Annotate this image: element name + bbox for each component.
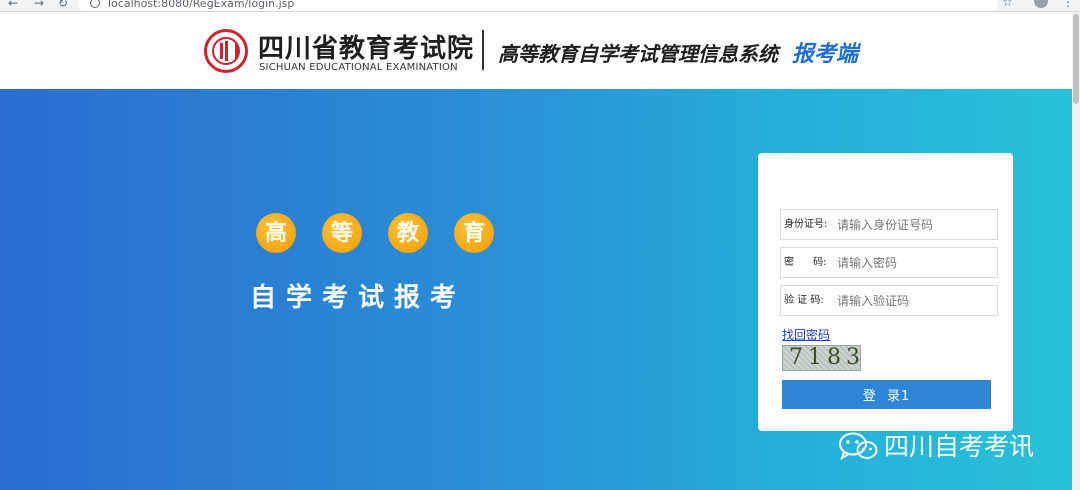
login-button[interactable]: 登 录1: [782, 380, 991, 409]
forgot-password-link[interactable]: 找回密码: [782, 326, 830, 343]
login-form: 身份证号: 密 码: 验 证 码: 找回密码 7183 登 录1: [758, 153, 1013, 431]
address-bar[interactable]: localhost:8080/RegExam/login.jsp: [78, 0, 998, 11]
circle-char: 高: [256, 213, 296, 253]
banner-slogan: 自学考试报考: [250, 283, 467, 313]
wechat-watermark: 四川自考考讯: [838, 427, 1058, 461]
bookmark-star-icon[interactable]: ☆: [1002, 0, 1013, 9]
browser-menu-icon[interactable]: ⋮: [1062, 0, 1074, 9]
address-url: localhost:8080/RegExam/login.jsp: [108, 0, 295, 10]
profile-avatar-icon[interactable]: [1034, 0, 1048, 8]
header-divider: [482, 30, 484, 70]
captcha-code: 7183: [789, 345, 865, 370]
scrollbar-thumb[interactable]: [1073, 14, 1079, 104]
client-label: 报考端: [792, 42, 859, 67]
password-field: 密 码:: [780, 247, 998, 278]
password-input[interactable]: [837, 248, 995, 277]
browser-toolbar: ← → ↻ localhost:8080/RegExam/login.jsp ☆…: [0, 0, 1080, 12]
watermark-text: 四川自考考讯: [884, 432, 1035, 461]
exam-institute-logo-icon: [204, 29, 248, 73]
captcha-label: 验 证 码:: [784, 295, 824, 306]
org-name: 四川省教育考试院: [258, 34, 475, 64]
org-name-english: SICHUAN EDUCATIONAL EXAMINATION: [259, 62, 458, 73]
circle-char: 等: [322, 213, 362, 253]
id-number-label: 身份证号:: [784, 219, 828, 230]
forward-icon[interactable]: →: [34, 0, 44, 10]
back-icon[interactable]: ←: [8, 0, 18, 10]
password-label: 密 码:: [784, 257, 827, 268]
site-header: 四川省教育考试院 SICHUAN EDUCATIONAL EXAMINATION…: [0, 12, 1072, 89]
circle-char: 育: [454, 213, 494, 253]
captcha-image[interactable]: 7183: [782, 345, 861, 371]
login-banner: 高 等 教 育 自学考试报考 身份证号: 密 码: 验 证 码: 找回密码 71…: [0, 89, 1072, 490]
wechat-icon: [839, 432, 878, 461]
reload-icon[interactable]: ↻: [58, 0, 68, 10]
captcha-field: 验 证 码:: [780, 285, 998, 316]
captcha-input[interactable]: [837, 286, 995, 315]
circle-char-group: 高 等 教 育: [256, 213, 496, 253]
id-number-field: 身份证号:: [780, 209, 998, 240]
system-name: 高等教育自学考试管理信息系统: [498, 42, 778, 66]
info-icon[interactable]: [90, 0, 100, 8]
circle-char: 教: [388, 213, 428, 253]
logo-inner-ring: [212, 37, 240, 65]
id-number-input[interactable]: [837, 210, 995, 239]
